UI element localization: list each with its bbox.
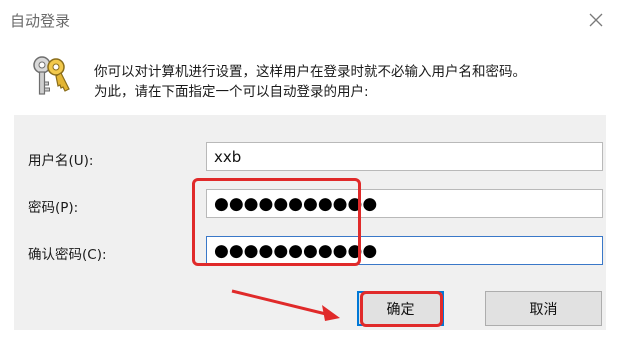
password-label: 密码(P): [28, 200, 79, 216]
title-bar: 自动登录 [0, 0, 620, 40]
close-button[interactable] [582, 7, 610, 33]
username-label: 用户名(U): [28, 153, 94, 169]
password-value: ●●●●●●●●●●● [214, 193, 378, 214]
keys-icon [33, 56, 70, 95]
description-text: 你可以对计算机进行设置，这样用户在登录时就不必输入用户名和密码。 为此，请在下面… [94, 62, 526, 102]
password-field[interactable]: ●●●●●●●●●●● [206, 189, 603, 218]
cancel-button-label: 取消 [529, 301, 558, 318]
cancel-button[interactable]: 取消 [485, 291, 602, 326]
ok-button[interactable]: 确定 [357, 291, 444, 326]
description-panel: 你可以对计算机进行设置，这样用户在登录时就不必输入用户名和密码。 为此，请在下面… [14, 40, 606, 115]
confirm-password-label: 确认密码(C): [28, 247, 107, 263]
description-line-2: 为此，请在下面指定一个可以自动登录的用户: [94, 84, 369, 100]
username-value: xxb [214, 147, 242, 166]
username-field[interactable]: xxb [206, 142, 603, 171]
confirm-password-field[interactable]: ●●●●●●●●●●● [206, 236, 603, 265]
window-title: 自动登录 [10, 12, 71, 30]
confirm-password-value: ●●●●●●●●●●● [214, 240, 378, 261]
description-line-1: 你可以对计算机进行设置，这样用户在登录时就不必输入用户名和密码。 [94, 64, 526, 80]
close-icon [589, 13, 603, 27]
ok-button-label: 确定 [386, 301, 415, 318]
